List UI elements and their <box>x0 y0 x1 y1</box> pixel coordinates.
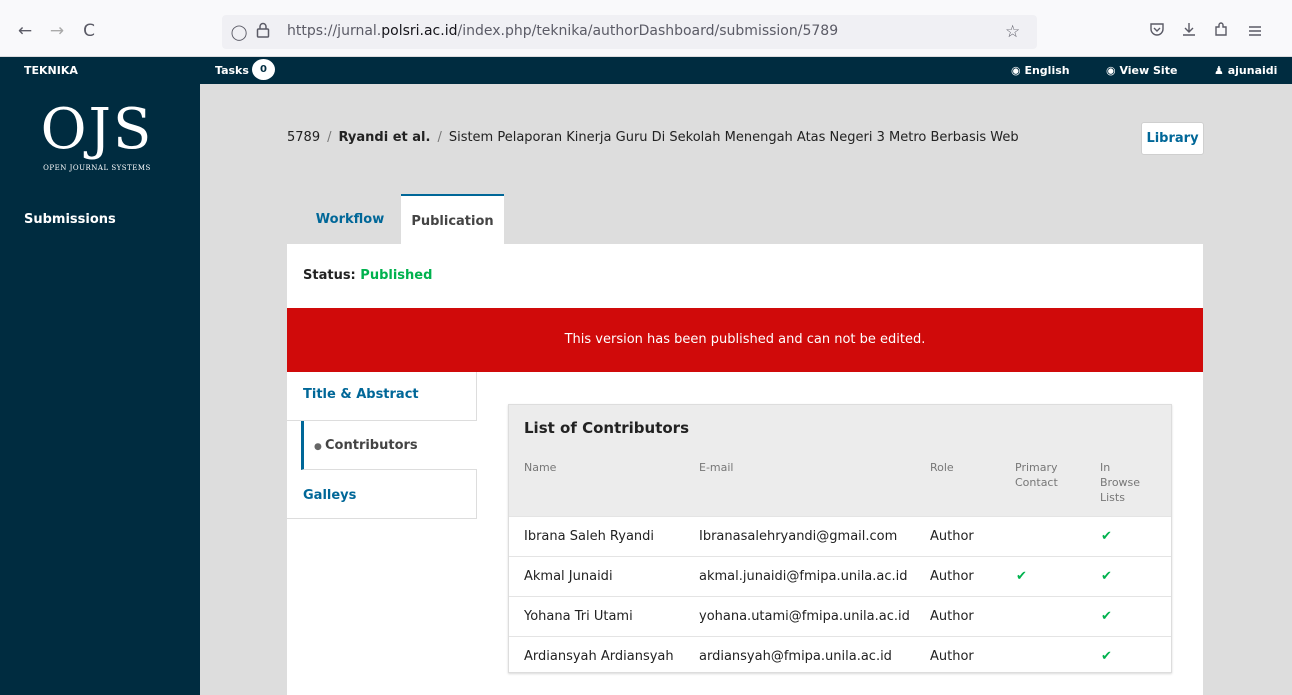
view-site-link[interactable]: ◉ View Site <box>1106 64 1177 77</box>
menu-icon[interactable] <box>1244 21 1266 43</box>
site-name-link[interactable]: TEKNIKA <box>24 64 78 77</box>
submission-id: 5789 <box>287 130 321 145</box>
breadcrumb: 5789 / Ryandi et al. / Sistem Pelaporan Kine… <box>287 130 1019 145</box>
publication-status: Status: Published <box>303 268 432 283</box>
shield-icon[interactable]: ◯ <box>230 22 248 42</box>
contributor-name: Yohana Tri Utami <box>524 609 633 624</box>
submission-title: Sistem Pelaporan Kinerja Guru Di Sekolah… <box>448 130 1019 145</box>
published-notice: This version has been published and can … <box>287 308 1203 372</box>
user-menu[interactable]: ♟ ajunaidi <box>1214 64 1277 77</box>
contributor-email: akmal.junaidi@fmipa.unila.ac.id <box>699 569 908 584</box>
contributor-role: Author <box>930 649 974 664</box>
submission-authors: Ryandi et al. <box>338 130 431 145</box>
tasks-count-badge[interactable]: 0 <box>252 59 275 80</box>
library-button[interactable]: Library <box>1141 122 1204 155</box>
language-label: English <box>1024 64 1070 77</box>
check-icon: ✔ <box>1101 529 1112 544</box>
sub-tab-title-abstract[interactable]: Title & Abstract <box>287 372 477 421</box>
contributors-list: List of Contributors Name E-mail Role Pr… <box>508 404 1172 673</box>
url-bar[interactable]: ◯ https://jurnal.polsri.ac.id/index.php/… <box>222 15 1037 49</box>
eye-icon: ◉ <box>1106 64 1116 77</box>
user-icon: ♟ <box>1214 64 1224 77</box>
language-menu[interactable]: ◉ English <box>1011 64 1070 77</box>
status-label: Status: <box>303 268 356 283</box>
check-icon: ✔ <box>1101 609 1112 624</box>
forward-icon[interactable]: → <box>46 20 68 42</box>
contributor-name: Ibrana Saleh Ryandi <box>524 529 655 544</box>
lock-icon[interactable] <box>254 22 272 42</box>
sub-tab-contributors-label: Contributors <box>325 438 418 453</box>
active-dot-icon: ● <box>314 442 325 452</box>
contributor-email: Ibranasalehryandi@gmail.com <box>699 529 898 544</box>
contributor-name: Akmal Junaidi <box>524 569 613 584</box>
contributor-role: Author <box>930 529 974 544</box>
reload-icon[interactable]: C <box>78 20 100 42</box>
status-value: Published <box>360 268 433 283</box>
sidebar: OJS OPEN JOURNAL SYSTEMS Submissions <box>0 84 200 695</box>
username-label: ajunaidi <box>1227 64 1278 77</box>
column-header-email: E-mail <box>699 461 734 474</box>
ojs-logo[interactable]: OJS OPEN JOURNAL SYSTEMS <box>32 102 162 180</box>
sub-tab-contributors[interactable]: ● Contributors <box>301 421 477 470</box>
table-row[interactable]: Yohana Tri Utami yohana.utami@fmipa.unil… <box>509 596 1171 636</box>
extensions-icon[interactable] <box>1210 21 1232 43</box>
breadcrumb-separator: / <box>437 130 442 145</box>
logo-main-text: OJS <box>40 97 154 162</box>
breadcrumb-separator: / <box>327 130 332 145</box>
main-content: 5789 / Ryandi et al. / Sistem Pelaporan Kine… <box>200 84 1292 695</box>
contributors-header: List of Contributors Name E-mail Role Pr… <box>509 405 1171 516</box>
pocket-icon[interactable] <box>1146 21 1168 43</box>
contributor-email: yohana.utami@fmipa.unila.ac.id <box>699 609 910 624</box>
check-icon: ✔ <box>1101 649 1112 664</box>
check-icon: ✔ <box>1016 569 1027 584</box>
table-row[interactable]: Ibrana Saleh Ryandi Ibranasalehryandi@gm… <box>509 516 1171 556</box>
sub-tab-galleys[interactable]: Galleys <box>287 470 477 519</box>
contributor-role: Author <box>930 609 974 624</box>
browser-toolbar: ← → C ◯ https://jurnal.polsri.ac.id/inde… <box>0 0 1292 57</box>
publication-panel: Status: Published This version has been … <box>287 244 1203 695</box>
table-row[interactable]: Akmal Junaidi akmal.junaidi@fmipa.unila.… <box>509 556 1171 596</box>
column-header-name: Name <box>524 461 557 474</box>
contributors-title: List of Contributors <box>524 419 689 437</box>
globe-icon: ◉ <box>1011 64 1021 77</box>
url-text[interactable]: https://jurnal.polsri.ac.id/index.php/te… <box>287 23 838 39</box>
sidebar-item-submissions[interactable]: Submissions <box>24 212 116 227</box>
view-site-label: View Site <box>1119 64 1178 77</box>
tab-workflow[interactable]: Workflow <box>300 194 400 244</box>
contributor-role: Author <box>930 569 974 584</box>
column-header-primary-contact: Primary Contact <box>1015 461 1058 489</box>
tab-publication[interactable]: Publication <box>401 194 504 244</box>
tasks-link[interactable]: Tasks <box>215 64 249 77</box>
check-icon: ✔ <box>1101 569 1112 584</box>
column-header-role: Role <box>930 461 954 474</box>
publication-sub-tabs: Title & Abstract ● Contributors Galleys <box>287 372 477 519</box>
contributor-email: ardiansyah@fmipa.unila.ac.id <box>699 649 892 664</box>
table-row[interactable]: Ardiansyah Ardiansyah ardiansyah@fmipa.u… <box>509 636 1171 676</box>
top-navigation-bar: TEKNIKA Tasks 0 ◉ English ◉ View Site ♟ … <box>0 57 1292 84</box>
back-icon[interactable]: ← <box>14 20 36 42</box>
column-header-in-browse-lists: In Browse Lists <box>1100 461 1141 504</box>
download-icon[interactable] <box>1178 21 1200 43</box>
contributor-name: Ardiansyah Ardiansyah <box>524 649 674 664</box>
logo-sub-text: OPEN JOURNAL SYSTEMS <box>43 164 151 172</box>
bookmark-star-icon[interactable]: ☆ <box>1005 22 1020 42</box>
